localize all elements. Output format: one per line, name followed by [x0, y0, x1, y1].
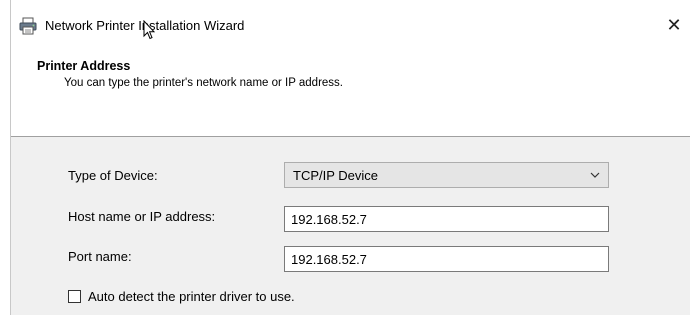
host-label: Host name or IP address:	[68, 209, 216, 224]
port-label: Port name:	[68, 249, 132, 264]
chevron-down-icon	[588, 168, 602, 182]
page-subtitle: You can type the printer's network name …	[64, 77, 343, 89]
close-button[interactable]: ✕	[657, 10, 690, 40]
device-type-value: TCP/IP Device	[293, 168, 379, 183]
title-bar: Network Printer Installation Wizard ✕	[11, 0, 690, 56]
port-input[interactable]	[284, 246, 609, 272]
wizard-header: Printer Address You can type the printer…	[11, 56, 690, 137]
printer-icon	[19, 17, 37, 35]
device-type-label: Type of Device:	[68, 168, 158, 183]
page-title: Printer Address	[37, 59, 131, 73]
wizard-window: Network Printer Installation Wizard ✕ Pr…	[10, 0, 690, 315]
mouse-cursor-icon	[143, 19, 156, 40]
auto-detect-checkbox[interactable]	[68, 290, 81, 303]
auto-detect-label[interactable]: Auto detect the printer driver to use.	[88, 289, 295, 304]
device-type-select[interactable]: TCP/IP Device	[284, 162, 609, 188]
form-panel: Type of Device: TCP/IP Device Host name …	[11, 137, 690, 315]
host-input[interactable]	[284, 206, 609, 232]
